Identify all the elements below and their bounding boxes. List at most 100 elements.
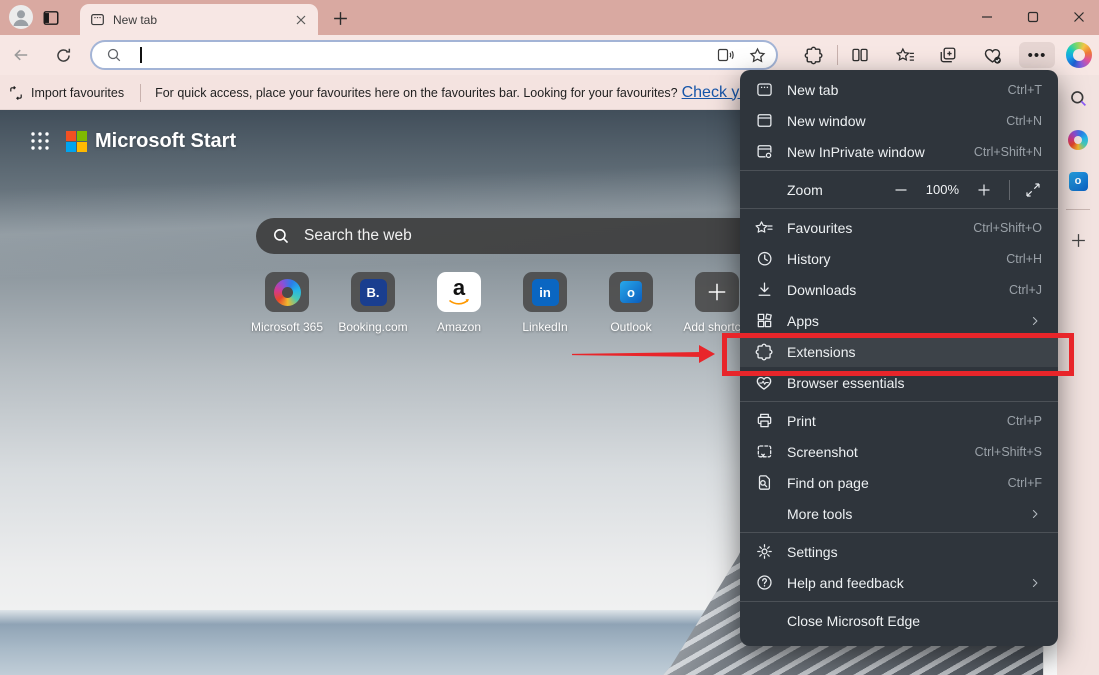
- settings-and-more-button[interactable]: •••: [1019, 42, 1055, 68]
- microsoft-logo: [66, 131, 87, 152]
- quick-link-add[interactable]: Add shortcut: [694, 272, 740, 334]
- quick-link-label: Microsoft 365: [251, 320, 323, 334]
- search-icon: [272, 227, 290, 245]
- menu-item-shortcut: Ctrl+P: [1007, 414, 1042, 428]
- menu-divider: [740, 208, 1058, 209]
- zoom-in-icon[interactable]: [975, 181, 993, 199]
- read-aloud-icon[interactable]: [717, 47, 735, 63]
- menu-item-more-tools[interactable]: More tools: [740, 498, 1058, 529]
- address-input[interactable]: [144, 47, 718, 63]
- menu-item-shortcut: Ctrl+F: [1008, 476, 1042, 490]
- extensions-toolbar-icon[interactable]: [801, 43, 825, 67]
- menu-item-label: Print: [787, 413, 816, 429]
- titlebar: New tab: [0, 0, 1099, 35]
- menu-divider: [740, 532, 1058, 533]
- quick-link-linkedin[interactable]: inLinkedIn: [522, 272, 568, 334]
- import-favourites-button[interactable]: Import favourites: [8, 85, 124, 101]
- quick-link-m365[interactable]: Microsoft 365: [264, 272, 310, 334]
- menu-item-new-tab[interactable]: New tabCtrl+T: [740, 74, 1058, 105]
- quick-link-label: Amazon: [437, 320, 481, 334]
- menu-item-help-and-feedback[interactable]: Help and feedback: [740, 567, 1058, 598]
- quick-link-tile[interactable]: [695, 272, 739, 312]
- quick-link-amazon[interactable]: a Amazon: [436, 272, 482, 334]
- profile-avatar[interactable]: [9, 5, 33, 29]
- tab-favicon: [90, 12, 105, 27]
- copilot-icon[interactable]: [1066, 42, 1092, 68]
- menu-divider: [740, 170, 1058, 171]
- chevron-right-icon: [1028, 314, 1042, 328]
- sidebar-microsoft365-icon[interactable]: [1066, 128, 1090, 152]
- refresh-button[interactable]: [50, 42, 76, 68]
- window-close-button[interactable]: [1058, 0, 1099, 33]
- browser-essentials-icon[interactable]: [980, 43, 1004, 67]
- window-icon: [754, 112, 774, 130]
- menu-item-new-window[interactable]: New windowCtrl+N: [740, 105, 1058, 136]
- favourites-bar-divider: [140, 84, 141, 102]
- menu-item-label: Apps: [787, 313, 819, 329]
- tab-close-icon[interactable]: [292, 11, 310, 29]
- quick-link-booking[interactable]: B.Booking.com: [350, 272, 396, 334]
- tab-new-tab[interactable]: New tab: [80, 4, 318, 35]
- menu-item-label: Find on page: [787, 475, 869, 491]
- import-favourites-icon: [8, 85, 24, 101]
- app-launcher-icon[interactable]: [30, 131, 50, 151]
- collections-icon[interactable]: [936, 43, 960, 67]
- menu-item-screenshot[interactable]: ScreenshotCtrl+Shift+S: [740, 436, 1058, 467]
- menu-item-label: Screenshot: [787, 444, 858, 460]
- menu-item-find-on-page[interactable]: Find on page Ctrl+F: [740, 467, 1058, 498]
- new-tab-button[interactable]: [330, 8, 350, 28]
- quick-link-tile[interactable]: B.: [351, 272, 395, 312]
- menu-item-downloads[interactable]: DownloadsCtrl+J: [740, 274, 1058, 305]
- starlines-icon: [754, 219, 774, 237]
- zoom-out-icon[interactable]: [892, 181, 910, 199]
- quick-link-outlook[interactable]: oOutlook: [608, 272, 654, 334]
- menu-item-apps[interactable]: Apps: [740, 305, 1058, 336]
- fullscreen-icon[interactable]: [1024, 181, 1042, 199]
- findpage-icon: [754, 474, 774, 492]
- menu-item-shortcut: Ctrl+J: [1009, 283, 1042, 297]
- quick-link-tile[interactable]: a: [437, 272, 481, 312]
- printer-icon: [754, 412, 774, 430]
- menu-item-label: New window: [787, 113, 866, 129]
- heartpulse-icon: [754, 374, 774, 392]
- menu-item-close-microsoft-edge[interactable]: Close Microsoft Edge: [740, 605, 1058, 636]
- apps-icon: [754, 312, 774, 330]
- quick-link-tile[interactable]: o: [609, 272, 653, 312]
- quick-link-tile[interactable]: in: [523, 272, 567, 312]
- sidebar-add-icon[interactable]: [1066, 228, 1090, 252]
- window-maximize-button[interactable]: [1012, 0, 1054, 33]
- close-microsoft-edge-icon: [754, 612, 774, 630]
- menu-divider: [740, 601, 1058, 602]
- annotation-arrow-head: [699, 345, 715, 363]
- sidebar-divider: [1066, 209, 1090, 210]
- zoom-value: 100%: [926, 182, 959, 197]
- zoom-label: Zoom: [787, 182, 823, 198]
- download-icon: [754, 281, 774, 299]
- menu-item-print[interactable]: Print Ctrl+P: [740, 405, 1058, 436]
- menu-item-history[interactable]: HistoryCtrl+H: [740, 243, 1058, 274]
- menu-item-label: Browser essentials: [787, 375, 905, 391]
- favourites-bar-message: For quick access, place your favourites …: [155, 86, 678, 100]
- zoom-spacer: [754, 181, 774, 199]
- menu-item-shortcut: Ctrl+H: [1006, 252, 1042, 266]
- search-placeholder: Search the web: [304, 227, 412, 245]
- chevron-right-icon: [1028, 507, 1042, 521]
- favourites-list-icon[interactable]: [893, 43, 917, 67]
- tab-actions-icon[interactable]: [42, 9, 60, 27]
- menu-item-favourites[interactable]: FavouritesCtrl+Shift+O: [740, 212, 1058, 243]
- back-button[interactable]: [8, 42, 34, 68]
- quick-link-tile[interactable]: [265, 272, 309, 312]
- sidebar-search-icon[interactable]: [1066, 86, 1090, 110]
- split-screen-icon[interactable]: [848, 43, 872, 67]
- address-bar[interactable]: [90, 40, 778, 70]
- window-minimize-button[interactable]: [966, 0, 1008, 33]
- zoom-divider: [1009, 180, 1010, 200]
- menu-item-new-inprivate-window[interactable]: New InPrivate windowCtrl+Shift+N: [740, 136, 1058, 167]
- menu-item-settings[interactable]: Settings: [740, 536, 1058, 567]
- sidebar-outlook-icon[interactable]: o: [1066, 169, 1090, 193]
- menu-item-label: New InPrivate window: [787, 144, 925, 160]
- toolbar-divider: [837, 45, 838, 65]
- menu-item-label: Favourites: [787, 220, 852, 236]
- favourite-star-icon[interactable]: [749, 47, 766, 64]
- linkedin-icon: in: [532, 279, 559, 306]
